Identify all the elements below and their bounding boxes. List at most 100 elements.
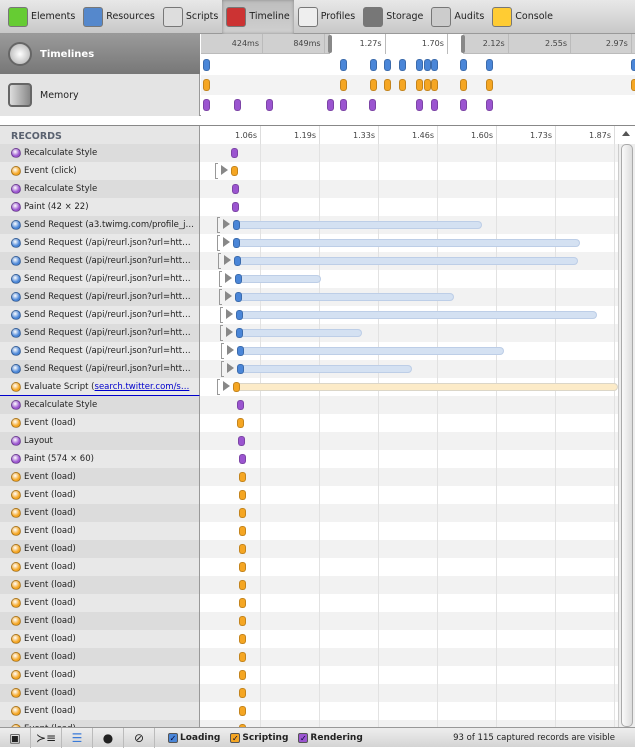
tab-scripts[interactable]: Scripts [159, 0, 223, 34]
expand-triangle-icon[interactable] [226, 309, 234, 319]
expand-triangle-icon[interactable] [226, 327, 234, 337]
gridline [496, 486, 497, 504]
scripting-record-marker [239, 508, 247, 518]
record-row[interactable]: Send Request (/api/reurl.json?url=htt… [0, 360, 618, 378]
clear-button[interactable]: ⊘ [124, 727, 155, 748]
tab-profiles[interactable]: Profiles [294, 0, 360, 34]
record-row[interactable]: Layout [0, 432, 618, 450]
record-row[interactable]: Send Request (/api/reurl.json?url=htt… [0, 324, 618, 342]
dock-button[interactable]: ▣ [0, 727, 31, 748]
record-link[interactable]: search.twitter.com/s… [95, 382, 190, 392]
filter-loading[interactable]: ✓ Loading [168, 732, 220, 743]
record-row[interactable]: Recalculate Style [0, 396, 618, 414]
gridline [614, 468, 615, 486]
record-row[interactable]: Send Request (/api/reurl.json?url=htt… [0, 306, 618, 324]
record-row[interactable]: Event (load) [0, 558, 618, 576]
expand-triangle-icon[interactable] [222, 219, 230, 229]
filter-scripting[interactable]: ✓ Scripting [230, 732, 288, 743]
list-view-button[interactable]: ☰ [62, 727, 93, 748]
record-row[interactable]: Event (load) [0, 648, 618, 666]
record-row[interactable]: Send Request (/api/reurl.json?url=htt… [0, 270, 618, 288]
overview-item-timelines[interactable]: Timelines [0, 34, 200, 74]
record-row[interactable]: Event (load) [0, 522, 618, 540]
overview-graph[interactable]: 424ms 849ms 1.27s 1.70s 2.12s 2.55s 2.97s [201, 34, 635, 116]
gridline [496, 180, 497, 198]
tab-console[interactable]: Console [488, 0, 557, 34]
record-row[interactable]: Send Request (/api/reurl.json?url=htt… [0, 288, 618, 306]
record-title: Event (load) [24, 652, 76, 662]
record-row[interactable]: Event (load) [0, 630, 618, 648]
overview-scripting-marker [423, 79, 431, 91]
loading-checkbox[interactable]: ✓ [168, 732, 178, 743]
selection-handle-left[interactable] [327, 35, 332, 53]
overview-rendering-marker [233, 99, 241, 111]
record-row[interactable]: Event (load) [0, 684, 618, 702]
expand-triangle-icon[interactable] [222, 237, 230, 247]
filter-rendering[interactable]: ✓ Rendering [298, 732, 363, 743]
tab-audits[interactable]: Audits [427, 0, 488, 34]
expand-triangle-icon[interactable] [220, 165, 228, 175]
gridline [378, 414, 379, 432]
record-row[interactable]: Event (load) [0, 468, 618, 486]
record-row[interactable]: Send Request (/api/reurl.json?url=htt… [0, 252, 618, 270]
overview-rendering-marker [459, 99, 467, 111]
tab-timeline[interactable]: Timeline [222, 0, 294, 34]
overview-tick-label: 1.70s [421, 39, 444, 48]
tab-elements[interactable]: Elements [4, 0, 79, 34]
selection-handle-right[interactable] [460, 35, 465, 53]
record-row[interactable]: Event (load) [0, 576, 618, 594]
gridline [260, 648, 261, 666]
gridline [614, 288, 615, 306]
record-row[interactable]: Event (load) [0, 594, 618, 612]
expand-triangle-icon[interactable] [226, 345, 234, 355]
record-row[interactable]: Event (load) [0, 540, 618, 558]
record-row[interactable]: Evaluate Script (search.twitter.com/s… [0, 378, 618, 396]
gridline [555, 324, 556, 342]
record-row[interactable]: Event (load) [0, 414, 618, 432]
overview-tick-label: 849ms [293, 39, 321, 48]
overview-item-memory[interactable]: Memory [0, 74, 200, 116]
record-label: Send Request (/api/reurl.json?url=htt… [0, 288, 200, 306]
record-row[interactable]: Event (click) [0, 162, 618, 180]
record-row[interactable]: Event (load) [0, 702, 618, 720]
overview-loading-marker [203, 59, 211, 71]
record-row[interactable]: Paint (42 × 22) [0, 198, 618, 216]
scrollbar[interactable] [618, 144, 635, 727]
expand-triangle-icon[interactable] [225, 291, 233, 301]
record-row[interactable]: Paint (574 × 60) [0, 450, 618, 468]
console-prompt-button[interactable]: ≻≡ [31, 727, 62, 748]
scripting-category-icon [11, 490, 21, 500]
scripting-category-icon [11, 381, 21, 392]
rendering-checkbox[interactable]: ✓ [298, 732, 309, 743]
gridline [496, 414, 497, 432]
scrollbar-thumb[interactable] [621, 144, 633, 727]
record-row[interactable]: Send Request (/api/reurl.json?url=htt… [0, 342, 618, 360]
record-row[interactable]: Event (load) [0, 612, 618, 630]
record-title: Paint (574 × 60) [24, 454, 94, 464]
record-row[interactable]: Event (load) [0, 720, 618, 727]
record-row[interactable]: Recalculate Style [0, 180, 618, 198]
gridline [555, 594, 556, 612]
tab-resources[interactable]: Resources [79, 0, 159, 34]
record-row[interactable]: Send Request (a3.twimg.com/profile_j… [0, 216, 618, 234]
expand-triangle-icon[interactable] [223, 255, 231, 265]
record-row[interactable]: Send Request (/api/reurl.json?url=htt… [0, 234, 618, 252]
gridline [555, 486, 556, 504]
record-label: Event (load) [0, 666, 200, 684]
scroll-up-arrow[interactable] [622, 131, 630, 136]
scripting-category-icon [11, 580, 21, 590]
record-title: Event (load) [24, 634, 76, 644]
overview-tick-label: 2.97s [605, 39, 628, 48]
expand-triangle-icon[interactable] [225, 273, 233, 283]
gridline [555, 630, 556, 648]
record-row[interactable]: Event (load) [0, 666, 618, 684]
expand-triangle-icon[interactable] [226, 363, 234, 373]
gridline [260, 630, 261, 648]
tab-storage[interactable]: Storage [359, 0, 427, 34]
record-row[interactable]: Event (load) [0, 504, 618, 522]
record-button[interactable]: ● [93, 727, 124, 748]
record-row[interactable]: Event (load) [0, 486, 618, 504]
record-row[interactable]: Recalculate Style [0, 144, 618, 162]
expand-triangle-icon[interactable] [222, 381, 230, 391]
scripting-checkbox[interactable]: ✓ [230, 732, 241, 743]
